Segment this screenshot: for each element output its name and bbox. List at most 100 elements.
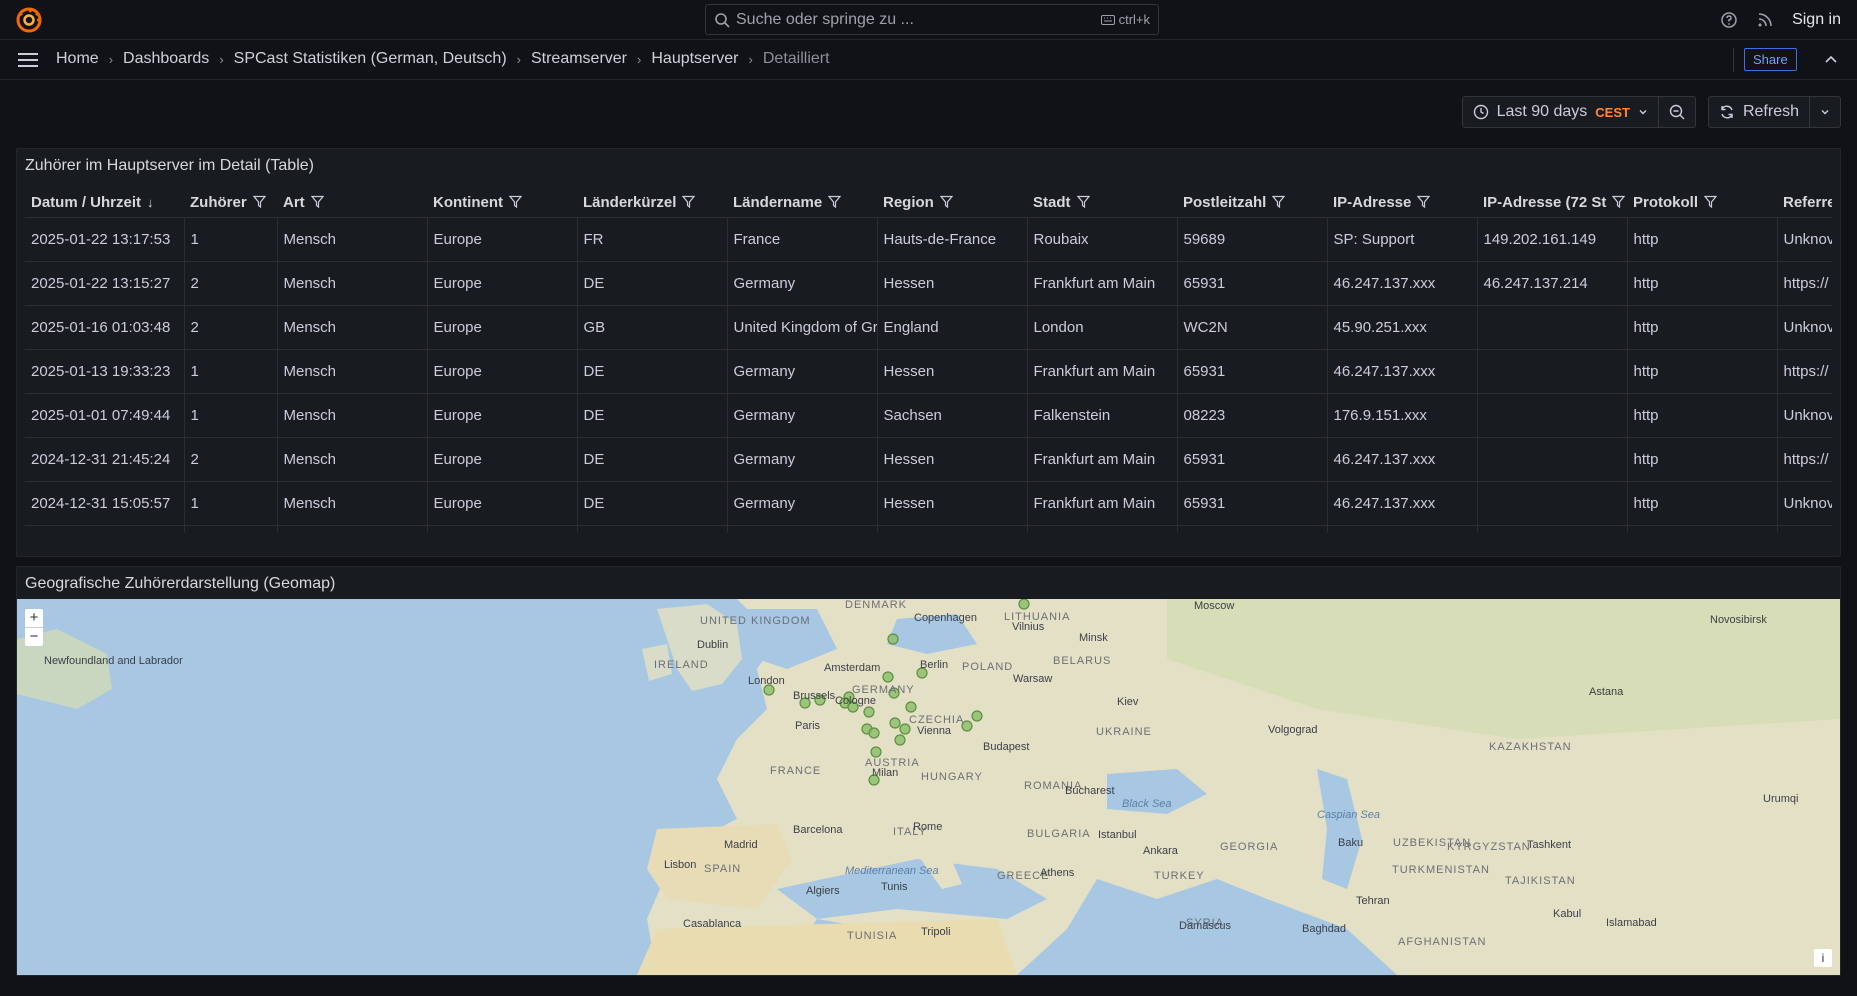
map-city-label: Newfoundland and Labrador [44,655,183,667]
column-header[interactable]: Region [877,187,1027,218]
table-cell [1477,481,1628,526]
filter-icon[interactable] [1272,195,1286,208]
filter-icon[interactable] [508,195,522,208]
share-button[interactable]: Share [1744,48,1797,71]
map-city-label: Islamabad [1606,917,1657,929]
table-cell [1477,349,1628,394]
map-city-label: Kiev [1117,696,1139,708]
map-city-label: Madrid [724,839,758,851]
filter-icon[interactable] [1417,195,1431,208]
search-icon [715,12,730,28]
table-row[interactable]: 2025-01-22 13:15:27 2 Mensch Europe DE German… [25,261,1832,306]
table-cell: DE [577,261,728,306]
map-info-button[interactable]: i [1814,949,1832,967]
table-cell: Mensch [277,437,428,482]
zoom-out-button[interactable]: − [25,627,43,646]
filter-icon[interactable] [939,195,953,208]
filter-icon[interactable] [1076,195,1090,208]
column-header[interactable]: Referre [1777,187,1832,218]
map-city-label: Tripoli [921,926,951,938]
listener-marker[interactable] [971,710,983,722]
listener-marker[interactable] [887,633,899,645]
geomap[interactable]: UNITED KINGDOM IRELAND DENMARK LITHUANIA BEL… [17,599,1840,975]
table-cell: 2 [184,261,278,306]
listener-marker[interactable] [905,701,917,713]
refresh-icon [1721,105,1733,119]
table-cell [1477,525,1628,533]
table-cell [277,525,428,533]
help-icon[interactable] [1720,11,1738,29]
filter-icon[interactable] [252,195,266,208]
listener-marker[interactable] [870,746,882,758]
column-header[interactable]: IP-Adresse [1327,187,1477,218]
table-row[interactable]: 2025-01-16 01:03:48 2 Mensch Europe GB United… [25,305,1832,350]
table-row[interactable]: 2024-12-31 21:45:24 2 Mensch Europe DE German… [25,437,1832,482]
column-header[interactable]: Stadt [1027,187,1177,218]
filter-icon[interactable] [1704,195,1718,208]
table-cell: WC2N [1177,305,1328,350]
breadcrumb-hauptserver[interactable]: Hauptserver [651,50,738,68]
table-cell: DE [577,437,728,482]
map-country-label: TURKMENISTAN [1392,864,1490,876]
map-country-label: TAJIKISTAN [1505,875,1576,887]
table-cell [184,525,278,533]
map-sea-label: Caspian Sea [1317,809,1380,821]
table-row[interactable]: 2025-01-13 19:33:23 1 Mensch Europe DE German… [25,349,1832,394]
table-row[interactable]: 2025-01-01 07:49:44 1 Mensch Europe DE German… [25,393,1832,438]
map-city-label: Baku [1338,837,1364,849]
column-header[interactable]: Art [277,187,427,218]
table-cell: Sachsen [877,393,1028,438]
listener-marker[interactable] [863,706,875,718]
filter-icon[interactable] [682,195,696,208]
table-cell: 65931 [1177,437,1328,482]
menu-icon[interactable] [17,52,39,68]
grafana-logo-icon[interactable] [16,7,42,33]
column-header[interactable]: Kontinent [427,187,577,218]
refresh-interval-dropdown[interactable] [1809,97,1840,127]
column-header[interactable]: Länderkürzel [577,187,727,218]
filter-icon[interactable] [828,195,842,208]
table-panel-title[interactable]: Zuhörer im Hauptserver im Detail (Table) [25,157,314,175]
table-cell [1627,525,1778,533]
zoom-in-button[interactable]: + [25,609,43,627]
column-header[interactable]: IP-Adresse (72 St [1477,187,1627,218]
column-header[interactable]: Protokoll [1627,187,1777,218]
listener-marker[interactable] [868,727,880,739]
listener-marker[interactable] [882,671,894,683]
column-header[interactable]: Datum / Uhrzeit ↓ [25,187,184,218]
sign-in-link[interactable]: Sign in [1792,11,1841,29]
chevron-down-icon [1639,110,1647,115]
time-range-button[interactable]: Last 90 days CEST [1463,97,1658,127]
breadcrumb-streamserver[interactable]: Streamserver [531,50,627,68]
table-cell: 2 [184,305,278,350]
geomap-panel-title[interactable]: Geografische Zuhörerdarstellung (Geomap) [25,575,335,593]
table-row[interactable]: 2025-01-22 13:17:53 1 Mensch Europe FR France… [25,217,1832,262]
refresh-button[interactable]: Refresh [1709,97,1809,127]
keyboard-icon [1100,14,1115,25]
table-scroll-area[interactable]: Datum / Uhrzeit ↓ Zuhörer Art Kontinent L… [25,187,1832,533]
rss-news-icon[interactable] [1756,11,1774,29]
column-header[interactable]: Ländername [727,187,877,218]
map-city-label: Volgograd [1268,724,1318,736]
filter-icon[interactable] [310,195,324,208]
search-input[interactable]: Suche oder springe zu ... ctrl+k [705,4,1159,35]
map-city-label: Paris [795,720,821,732]
table-cell: Unknov [1777,393,1832,438]
filter-icon[interactable] [1612,195,1626,208]
listener-marker[interactable] [889,717,901,729]
listener-marker[interactable] [894,734,906,746]
column-header[interactable]: Zuhörer [184,187,277,218]
column-header[interactable]: Postleitzahl [1177,187,1327,218]
table-cell: 2025-01-22 13:17:53 [25,217,185,262]
table-cell: Europe [427,217,578,262]
table-cell: https:// [1777,437,1832,482]
table-cell: 65931 [1177,349,1328,394]
table-row[interactable]: 2024-12-31 15:05:57 1 Mensch Europe DE German… [25,481,1832,526]
breadcrumb-dashboards[interactable]: Dashboards [123,50,209,68]
chevron-up-icon[interactable] [1824,53,1838,67]
listener-marker[interactable] [1018,599,1030,610]
breadcrumb-folder[interactable]: SPCast Statistiken (German, Deutsch) [234,50,507,68]
table-cell: 2024-12-31 21:45:24 [25,437,185,482]
breadcrumb-home[interactable]: Home [56,50,99,68]
zoom-out-time-button[interactable] [1657,97,1695,127]
